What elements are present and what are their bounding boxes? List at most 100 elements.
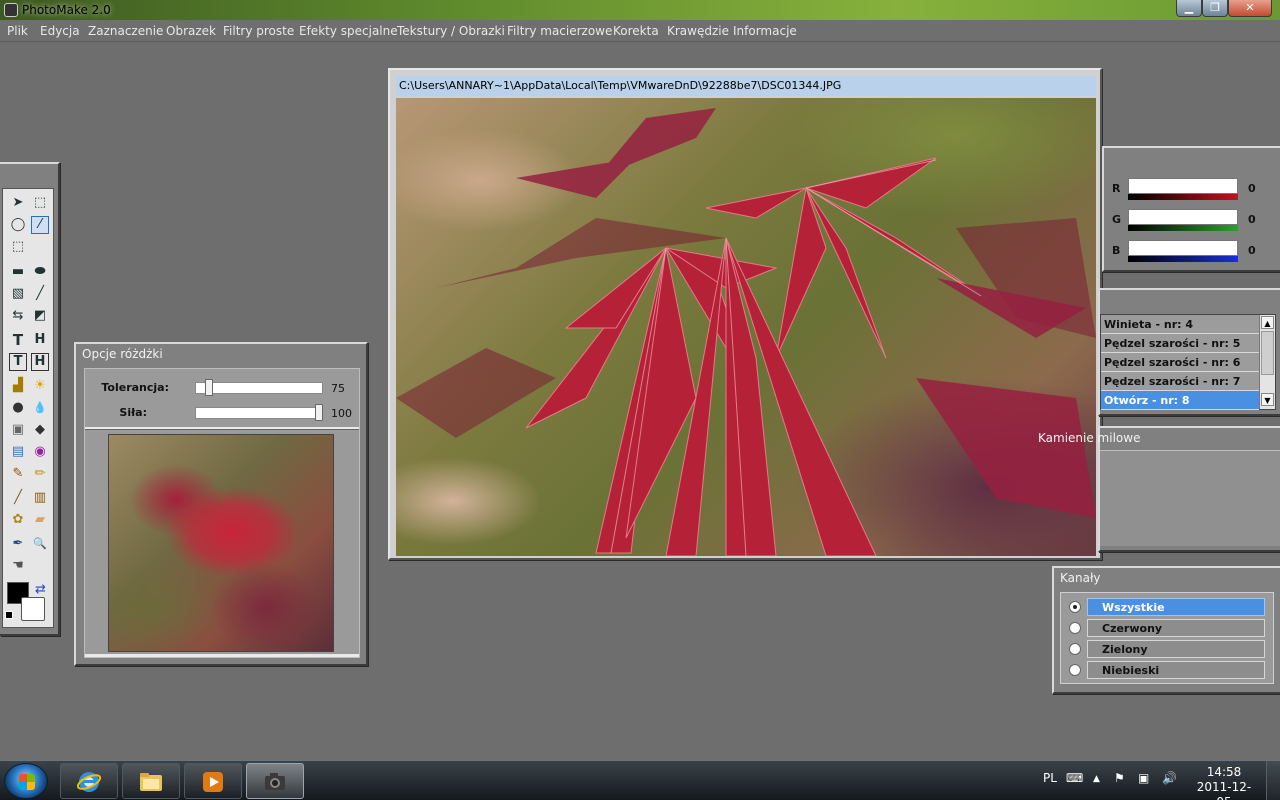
brightness-icon[interactable]: ☀	[31, 377, 49, 395]
background-color-swatch[interactable]	[21, 597, 45, 621]
blur-icon[interactable]: ▤	[9, 443, 27, 461]
stamp-icon[interactable]: ▣	[9, 421, 27, 439]
show-hidden-icons-icon[interactable]: ▲	[1093, 774, 1100, 784]
paint-bucket-icon[interactable]: ▥	[31, 489, 49, 507]
channel-radio[interactable]	[1069, 643, 1081, 655]
strength-slider-track[interactable]	[195, 407, 323, 419]
smudge-icon[interactable]: ▰	[31, 511, 49, 529]
language-indicator[interactable]: PL	[1043, 771, 1057, 785]
hatched-rect-icon[interactable]: ▧	[9, 285, 27, 303]
history-item[interactable]: Pędzel szarości - nr: 6	[1101, 353, 1259, 372]
tools-panel: ➤ ⬚ ◯ ⁄ ⬚ ▬ ⬬ ▧ ╱ ⇆ ◩ T H T H ▟ ☀ ● 💧 ▣ …	[0, 162, 60, 636]
pencil-icon[interactable]: ╱	[9, 489, 27, 507]
red-slider[interactable]	[1128, 178, 1238, 194]
tolerance-slider-track[interactable]	[195, 382, 323, 394]
menu-item-plik[interactable]: Plik	[7, 24, 28, 38]
channels-title: Kanały	[1060, 571, 1101, 585]
taskbar-media-player[interactable]	[184, 763, 242, 799]
menu-item-edycja[interactable]: Edycja	[40, 24, 80, 38]
eye-icon[interactable]: ◉	[31, 443, 49, 461]
history-item-selected[interactable]: Otwórz - nr: 8	[1101, 391, 1259, 410]
brush-icon[interactable]: ✎	[9, 465, 27, 483]
taskbar-clock[interactable]: 14:58 2011-12-05	[1192, 765, 1256, 800]
bucket-fill-icon[interactable]: ▟	[9, 377, 27, 395]
magnifier-icon[interactable]: 🔍	[31, 535, 49, 553]
rounded-rect-icon[interactable]: ▬	[9, 263, 27, 281]
channel-label[interactable]: Zielony	[1087, 640, 1265, 658]
transform-icon[interactable]: ◩	[31, 307, 49, 325]
filled-ellipse-icon[interactable]: ⬬	[31, 263, 49, 281]
arrow-pointer-icon[interactable]: ➤	[9, 194, 27, 212]
scroll-down-icon[interactable]: ▼	[1261, 393, 1274, 406]
folder-icon	[140, 773, 162, 791]
main-image-canvas[interactable]	[396, 98, 1096, 556]
show-desktop-button[interactable]	[1266, 761, 1280, 800]
history-scrollbar[interactable]: ▲ ▼	[1259, 315, 1275, 409]
maximize-button[interactable]: ❐	[1202, 0, 1228, 17]
menu-item-filtry-proste[interactable]: Filtry proste	[223, 24, 294, 38]
menu-item-efekty-specjalne[interactable]: Efekty specjalne	[299, 24, 398, 38]
ellipse-select-icon[interactable]: ◯	[9, 216, 27, 234]
minimize-button[interactable]: ▁	[1176, 0, 1202, 17]
history-item[interactable]: Pędzel szarości - nr: 5	[1101, 334, 1259, 353]
tolerance-value: 75	[331, 382, 345, 395]
line-icon[interactable]: ╱	[31, 285, 49, 303]
history-panel: Winieta - nr: 4 Pędzel szarości - nr: 5 …	[1098, 288, 1280, 416]
menu-item-filtry-macierzowe[interactable]: Filtry macierzowe	[507, 24, 612, 38]
color-picker-icon[interactable]: ✒	[9, 535, 27, 553]
menu-item-tekstury[interactable]: Tekstury / Obrazki	[397, 24, 505, 38]
green-value: 0	[1248, 213, 1256, 226]
network-icon[interactable]: ▣	[1138, 771, 1149, 785]
hand-icon[interactable]: ☚	[9, 557, 27, 575]
channel-radio[interactable]	[1069, 622, 1081, 634]
menu-item-zaznaczenie[interactable]: Zaznaczenie	[88, 24, 163, 38]
swap-colors-icon[interactable]: ⇄	[35, 582, 46, 597]
menu-item-obrazek[interactable]: Obrazek	[166, 24, 216, 38]
text-frame-icon[interactable]: H	[31, 353, 49, 371]
channel-radio[interactable]	[1069, 601, 1081, 613]
keyboard-icon[interactable]: ⌨	[1066, 771, 1083, 785]
green-gradient	[1128, 225, 1238, 231]
menu-item-korekta[interactable]: Korekta	[613, 24, 659, 38]
channel-radio[interactable]	[1069, 664, 1081, 676]
green-slider[interactable]	[1128, 209, 1238, 225]
clock-date: 2011-12-05	[1196, 780, 1252, 800]
taskbar-photomake[interactable]	[246, 763, 304, 799]
text-horizontal-icon[interactable]: H	[31, 331, 49, 349]
water-drop-icon[interactable]: 💧	[31, 399, 49, 417]
menu-item-informacje[interactable]: Informacje	[733, 24, 797, 38]
eraser-icon[interactable]: ◆	[31, 421, 49, 439]
reset-colors-icon[interactable]	[5, 611, 13, 619]
close-button[interactable]: ✕	[1228, 0, 1272, 17]
strength-slider-thumb[interactable]	[315, 404, 323, 421]
title-bar: PhotoMake 2.0 ▁ ❐ ✕	[0, 0, 1280, 20]
pen-icon[interactable]: ✏	[31, 465, 49, 483]
start-button[interactable]	[4, 763, 48, 799]
channel-label[interactable]: Czerwony	[1087, 619, 1265, 637]
channel-label[interactable]: Niebieski	[1087, 661, 1265, 679]
sponge-icon[interactable]: ✿	[9, 511, 27, 529]
lasso-select-icon[interactable]: ⬚	[9, 238, 27, 256]
text-icon[interactable]: T	[9, 331, 27, 349]
tolerance-slider-thumb[interactable]	[205, 379, 213, 396]
blue-slider[interactable]	[1128, 240, 1238, 256]
history-item[interactable]: Winieta - nr: 4	[1101, 315, 1259, 334]
sphere-icon[interactable]: ●	[9, 399, 27, 417]
magic-wand-icon[interactable]: ⁄	[31, 216, 49, 234]
history-item[interactable]: Pędzel szarości - nr: 7	[1101, 372, 1259, 391]
scroll-up-icon[interactable]: ▲	[1261, 316, 1274, 329]
strength-value: 100	[331, 407, 352, 420]
red-value: 0	[1248, 182, 1256, 195]
wand-options-title: Opcje różdżki	[82, 347, 163, 361]
volume-icon[interactable]: 🔊	[1162, 771, 1177, 785]
taskbar-internet-explorer[interactable]	[60, 763, 118, 799]
action-center-icon[interactable]: ⚑	[1114, 771, 1125, 785]
channel-label[interactable]: Wszystkie	[1087, 598, 1265, 616]
text-box-icon[interactable]: T	[9, 353, 27, 371]
crop-icon[interactable]: ⇆	[9, 307, 27, 325]
image-window: C:\Users\ANNARY~1\AppData\Local\Temp\VMw…	[388, 68, 1102, 560]
rect-select-icon[interactable]: ⬚	[31, 194, 49, 212]
history-scroll-thumb[interactable]	[1261, 331, 1274, 375]
menu-item-krawedzie[interactable]: Krawędzie	[667, 24, 729, 38]
taskbar-file-explorer[interactable]	[122, 763, 180, 799]
